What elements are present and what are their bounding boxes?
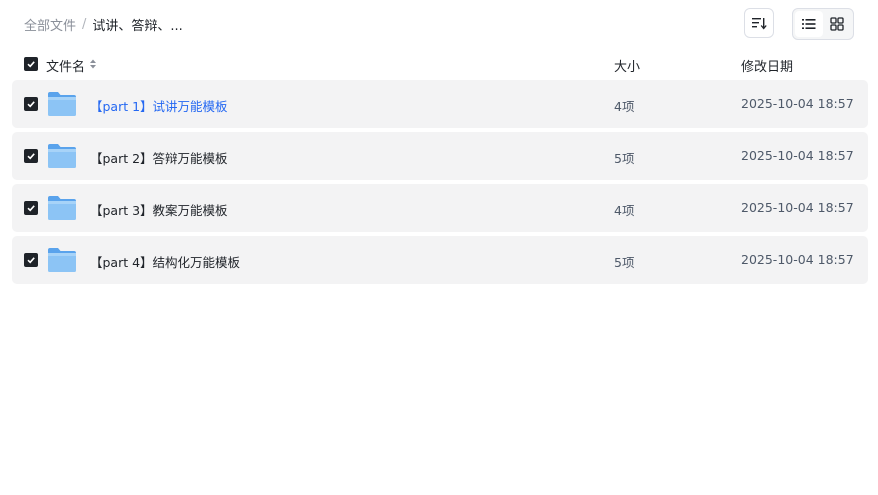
folder-icon [48,144,76,168]
file-browser: 全部文件 / 试讲、答辩、... 文件名 大小 修改日期 【part 1】试讲万… [0,0,878,495]
table-row[interactable]: 【part 1】试讲万能模板 4项 2025-10-04 18:57 [12,80,868,128]
checkmark-icon [27,153,35,160]
row-checkbox[interactable] [24,97,38,111]
row-checkbox[interactable] [24,201,38,215]
checkmark-icon [27,257,35,264]
file-date: 2025-10-04 18:57 [741,200,854,215]
name-column-header[interactable]: 文件名 [46,56,97,75]
file-name[interactable]: 【part 3】教案万能模板 [90,200,228,219]
table-header: 文件名 大小 修改日期 [12,52,868,76]
table-row[interactable]: 【part 4】结构化万能模板 5项 2025-10-04 18:57 [12,236,868,284]
breadcrumb-root-link[interactable]: 全部文件 [24,15,76,34]
breadcrumb: 全部文件 / 试讲、答辩、... [24,14,183,34]
file-size: 5项 [614,255,635,270]
checkmark-icon [27,101,35,108]
folder-icon [48,196,76,220]
file-name[interactable]: 【part 4】结构化万能模板 [90,252,240,271]
list-view-icon [802,19,816,29]
file-date: 2025-10-04 18:57 [741,96,854,111]
file-list: 【part 1】试讲万能模板 4项 2025-10-04 18:57 【part… [12,80,868,288]
sort-caret-icon[interactable] [89,58,97,74]
breadcrumb-separator: / [82,16,87,32]
file-size: 4项 [614,203,635,218]
file-size: 4项 [614,99,635,114]
file-date: 2025-10-04 18:57 [741,252,854,267]
file-size: 5项 [614,151,635,166]
checkmark-icon [27,205,35,212]
row-checkbox[interactable] [24,253,38,267]
file-name[interactable]: 【part 1】试讲万能模板 [90,96,228,115]
name-header-label: 文件名 [46,60,86,75]
list-view-button[interactable] [795,11,823,37]
size-column-header: 大小 [614,60,641,75]
file-name[interactable]: 【part 2】答辩万能模板 [90,148,228,167]
breadcrumb-current: 试讲、答辩、... [92,18,183,34]
view-toggle [792,8,854,40]
row-checkbox[interactable] [24,149,38,163]
file-date: 2025-10-04 18:57 [741,148,854,163]
sort-button[interactable] [744,8,774,38]
select-all-checkbox[interactable] [24,57,38,71]
checkmark-icon [27,61,35,68]
table-row[interactable]: 【part 3】教案万能模板 4项 2025-10-04 18:57 [12,184,868,232]
sort-lines-icon [752,18,767,30]
folder-icon [48,248,76,272]
date-column-header: 修改日期 [741,60,794,75]
grid-view-button[interactable] [823,11,851,37]
grid-view-icon [830,17,844,31]
folder-icon [48,92,76,116]
table-row[interactable]: 【part 2】答辩万能模板 5项 2025-10-04 18:57 [12,132,868,180]
